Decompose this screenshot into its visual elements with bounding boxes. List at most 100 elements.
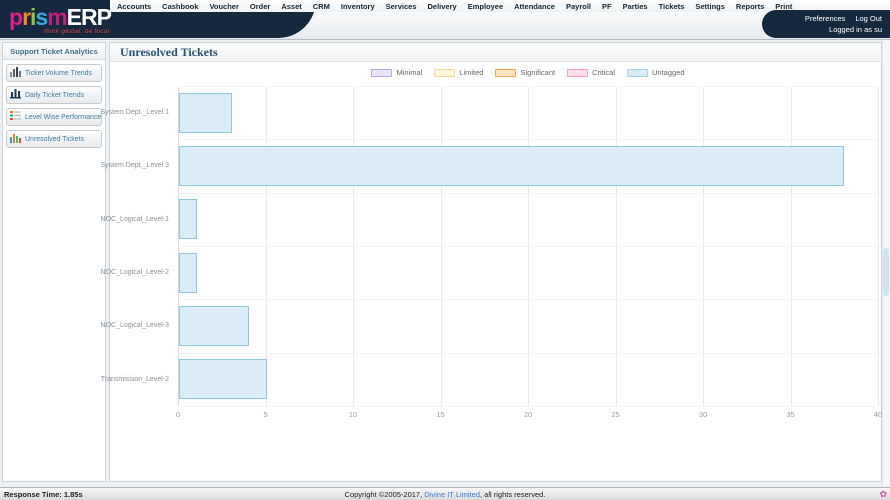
menu-item-asset[interactable]: Asset — [281, 2, 301, 11]
bar-noc-logical-level-1[interactable] — [179, 199, 197, 240]
legend-label: Untagged — [652, 68, 685, 77]
account-links: Preferences Log Out — [762, 14, 882, 23]
x-tick-label: 25 — [611, 410, 620, 419]
legend-swatch-limited — [434, 68, 456, 77]
legend-label: Limited — [459, 68, 484, 77]
gridline-row — [178, 299, 878, 301]
sidebar-title: Support Ticket Analytics — [3, 43, 105, 60]
x-tick-label: 20 — [523, 410, 533, 419]
gridline-row — [178, 406, 878, 407]
menu-item-attendance[interactable]: Attendance — [514, 2, 555, 11]
level-wise-performance-icon — [10, 108, 21, 126]
divine-it-link[interactable]: Divine IT Limited — [424, 490, 480, 499]
preferences-link[interactable]: Preferences — [805, 14, 845, 23]
legend-swatch-untagged — [627, 68, 649, 77]
menu-item-delivery[interactable]: Delivery — [428, 2, 457, 11]
vertical-scrollbar[interactable] — [882, 40, 890, 487]
legend-item-minimal[interactable]: Minimal — [371, 68, 422, 77]
logo-letter: s — [35, 4, 48, 30]
logo-wordmark: prismERP — [9, 4, 112, 30]
sidebar-item-label: Ticket Volume Trends — [25, 69, 93, 77]
menu-item-payroll[interactable]: Payroll — [566, 2, 591, 11]
gridline-row — [178, 192, 878, 194]
chart-legend: Minimal Limited Significant Critical Untagge… — [178, 68, 878, 77]
y-axis-labels: System Dept._Level 1 System Dept._Level 3… — [100, 86, 174, 406]
menu-item-employee[interactable]: Employee — [468, 2, 503, 11]
gridline-x-40 — [878, 86, 879, 406]
copyright: Copyright ©2005-2017, Divine IT Limited,… — [0, 490, 890, 499]
page-title: Unresolved Tickets — [110, 43, 881, 62]
bar-noc-logical-level-2[interactable] — [179, 252, 197, 293]
category-label: NOC_Logical_Level-3 — [100, 322, 169, 330]
gridline-row — [178, 352, 878, 354]
bar-system-dept-level-1[interactable] — [179, 92, 232, 133]
x-tick-label: 10 — [348, 410, 358, 419]
legend-swatch-significant — [495, 68, 517, 77]
menu-item-crm[interactable]: CRM — [313, 2, 330, 11]
gridline-row — [178, 246, 878, 247]
category-label: System Dept._Level 1 — [100, 109, 169, 117]
menu-item-voucher[interactable]: Voucher — [209, 2, 238, 11]
plot-area — [178, 86, 879, 407]
sidebar-item-unresolved-tickets[interactable]: Unresolved Tickets — [6, 130, 102, 148]
menu-item-parties[interactable]: Parties — [623, 2, 648, 11]
sidebar-item-label: Daily Ticket Trends — [25, 91, 85, 99]
account-panel: Preferences Log Out Logged in as su — [762, 10, 890, 38]
x-tick-label: 5 — [263, 410, 268, 419]
logged-in-as: Logged in as su — [829, 25, 882, 34]
x-axis-labels: 0 5 10 15 20 25 30 35 40 — [175, 410, 882, 420]
category-label: NOC_Logical_Level-2 — [100, 269, 169, 277]
logo-letter: ERP — [66, 4, 112, 30]
gridline-row — [178, 139, 878, 141]
sidebar-item-label: Unresolved Tickets — [25, 135, 85, 143]
legend-item-critical[interactable]: Critical — [567, 68, 615, 77]
sidebar-item-daily-ticket-trends[interactable]: Daily Ticket Trends — [6, 86, 102, 104]
menu-item-settings[interactable]: Settings — [695, 2, 725, 11]
sidebar-item-label: Level Wise Performance — [25, 113, 102, 121]
sidebar-item-level-wise-performance[interactable]: Level Wise Performance — [6, 108, 102, 126]
ticket-volume-trends-icon — [10, 64, 21, 82]
copyright-suffix: , all rights reserved. — [480, 490, 546, 499]
copyright-text: Copyright ©2005-2017, — [344, 490, 425, 499]
bar-transmission-level-2[interactable] — [179, 359, 267, 400]
logo-letter: r — [22, 4, 31, 30]
status-bar: Response Time: 1.85s Copyright ©2005-201… — [0, 487, 890, 500]
logo-letter: p — [9, 4, 23, 30]
logo-letter: m — [47, 4, 67, 30]
category-label: Transmission_Level-2 — [100, 375, 169, 383]
main-panel: Unresolved Tickets Minimal Limited Signifi… — [100, 42, 882, 482]
x-tick-label: 40 — [873, 410, 883, 419]
legend-label: Significant — [520, 68, 556, 77]
legend-swatch-critical — [567, 68, 589, 77]
menu-item-order[interactable]: Order — [250, 2, 270, 11]
bar-system-dept-level-3[interactable] — [179, 146, 844, 186]
legend-item-limited[interactable]: Limited — [434, 68, 483, 77]
legend-label: Critical — [592, 68, 616, 77]
menu-item-services[interactable]: Services — [386, 2, 417, 11]
scrollbar-thumb[interactable] — [883, 248, 889, 296]
sidebar-items: Ticket Volume Trends Daily Ticket Trends L… — [3, 64, 105, 148]
header: Accounts Cashbook Voucher Order Asset CRM Inve… — [0, 0, 890, 40]
unresolved-tickets-icon — [10, 130, 21, 148]
menu-item-accounts[interactable]: Accounts — [117, 2, 151, 11]
bar-noc-logical-level-3[interactable] — [179, 306, 249, 346]
menu-item-inventory[interactable]: Inventory — [341, 2, 375, 11]
x-tick-label: 35 — [786, 410, 795, 419]
legend-item-untagged[interactable]: Untagged — [627, 68, 685, 77]
legend-label: Minimal — [396, 68, 423, 77]
category-label: NOC_Logical_Level-1 — [100, 215, 169, 223]
legend-item-significant[interactable]: Significant — [495, 68, 555, 77]
category-label: System Dept._Level 3 — [100, 162, 169, 170]
sidebar: Support Ticket Analytics Ticket Volume T… — [2, 42, 106, 482]
logo-tagline: think global, be local — [44, 28, 110, 35]
log-out-link[interactable]: Log Out — [855, 14, 882, 23]
x-tick-label: 30 — [698, 410, 708, 419]
menu-item-pf[interactable]: PF — [602, 2, 612, 11]
menu-item-tickets[interactable]: Tickets — [659, 2, 685, 11]
gridline-row — [178, 86, 878, 87]
x-tick-label: 0 — [175, 410, 181, 419]
menu-item-reports[interactable]: Reports — [736, 2, 764, 11]
sidebar-item-ticket-volume-trends[interactable]: Ticket Volume Trends — [6, 64, 102, 82]
flower-icon[interactable]: ✿ — [879, 488, 887, 500]
menu-item-cashbook[interactable]: Cashbook — [162, 2, 198, 11]
